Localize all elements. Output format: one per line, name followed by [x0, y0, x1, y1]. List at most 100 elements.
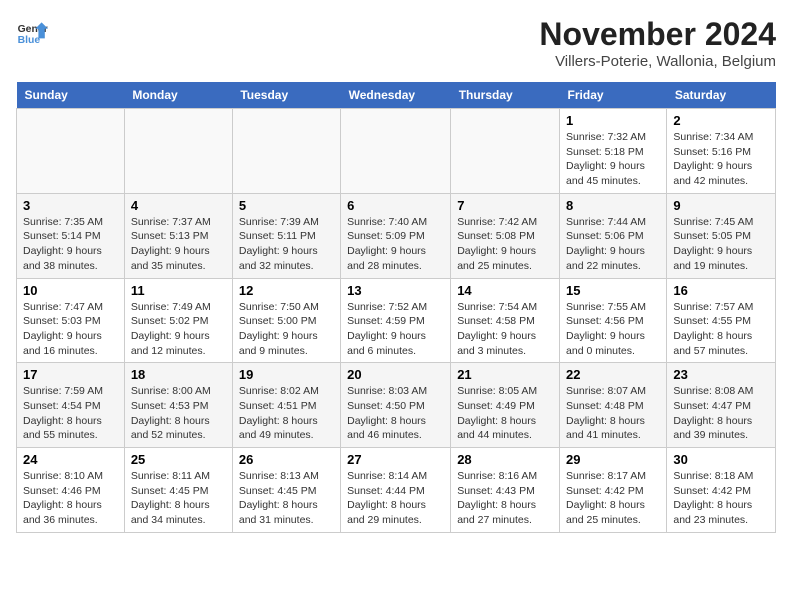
calendar-cell: 17 Sunrise: 7:59 AM Sunset: 4:54 PM Dayli…	[17, 363, 125, 448]
month-title: November 2024	[539, 16, 776, 53]
logo: General Blue	[16, 16, 48, 48]
calendar-cell: 19 Sunrise: 8:02 AM Sunset: 4:51 PM Dayli…	[232, 363, 340, 448]
day-info: Sunrise: 8:13 AM Sunset: 4:45 PM Dayligh…	[239, 469, 334, 528]
svg-text:Blue: Blue	[18, 35, 41, 46]
calendar-cell: 7 Sunrise: 7:42 AM Sunset: 5:08 PM Daylig…	[451, 193, 560, 278]
calendar-cell: 22Sunrise: 8:07 AM Sunset: 4:48 PM Dayli…	[560, 363, 667, 448]
weekday-saturday: Saturday	[667, 82, 776, 109]
calendar-cell: 20 Sunrise: 8:03 AM Sunset: 4:50 PM Dayli…	[341, 363, 451, 448]
day-info: Sunrise: 8:18 AM Sunset: 4:42 PM Dayligh…	[673, 469, 769, 528]
calendar-cell	[232, 109, 340, 194]
day-number: 16	[673, 283, 769, 298]
day-info: Sunrise: 8:08 AM Sunset: 4:47 PM Dayligh…	[673, 384, 769, 443]
day-number: 22	[566, 367, 660, 382]
day-number: 23	[673, 367, 769, 382]
day-number: 14	[457, 283, 553, 298]
calendar-table: Sunday Monday Tuesday Wednesday Thursday…	[16, 82, 776, 533]
calendar-cell: 18 Sunrise: 8:00 AM Sunset: 4:53 PM Dayli…	[124, 363, 232, 448]
calendar-cell: 30 Sunrise: 8:18 AM Sunset: 4:42 PM Dayli…	[667, 448, 776, 533]
calendar-cell: 28 Sunrise: 8:16 AM Sunset: 4:43 PM Dayli…	[451, 448, 560, 533]
calendar-cell: 3Sunrise: 7:35 AM Sunset: 5:14 PM Daylig…	[17, 193, 125, 278]
calendar-cell: 24 Sunrise: 8:10 AM Sunset: 4:46 PM Dayli…	[17, 448, 125, 533]
day-number: 30	[673, 452, 769, 467]
day-info: Sunrise: 8:10 AM Sunset: 4:46 PM Dayligh…	[23, 469, 118, 528]
day-info: Sunrise: 7:50 AM Sunset: 5:00 PM Dayligh…	[239, 300, 334, 359]
calendar-cell: 27 Sunrise: 8:14 AM Sunset: 4:44 PM Dayli…	[341, 448, 451, 533]
weekday-friday: Friday	[560, 82, 667, 109]
day-number: 21	[457, 367, 553, 382]
day-info: Sunrise: 7:39 AM Sunset: 5:11 PM Dayligh…	[239, 215, 334, 274]
weekday-tuesday: Tuesday	[232, 82, 340, 109]
calendar-cell: 5 Sunrise: 7:39 AM Sunset: 5:11 PM Daylig…	[232, 193, 340, 278]
day-number: 6	[347, 198, 444, 213]
day-number: 9	[673, 198, 769, 213]
day-info: Sunrise: 7:45 AM Sunset: 5:05 PM Dayligh…	[673, 215, 769, 274]
day-info: Sunrise: 7:37 AM Sunset: 5:13 PM Dayligh…	[131, 215, 226, 274]
day-number: 15	[566, 283, 660, 298]
day-info: Sunrise: 7:42 AM Sunset: 5:08 PM Dayligh…	[457, 215, 553, 274]
day-info: Sunrise: 7:59 AM Sunset: 4:54 PM Dayligh…	[23, 384, 118, 443]
calendar-cell: 11 Sunrise: 7:49 AM Sunset: 5:02 PM Dayli…	[124, 278, 232, 363]
day-number: 26	[239, 452, 334, 467]
calendar-cell: 15 Sunrise: 7:55 AM Sunset: 4:56 PM Dayli…	[560, 278, 667, 363]
day-number: 28	[457, 452, 553, 467]
day-info: Sunrise: 8:14 AM Sunset: 4:44 PM Dayligh…	[347, 469, 444, 528]
day-number: 1	[566, 113, 660, 128]
calendar-cell: 13 Sunrise: 7:52 AM Sunset: 4:59 PM Dayli…	[341, 278, 451, 363]
day-number: 3	[23, 198, 118, 213]
calendar-cell: 23 Sunrise: 8:08 AM Sunset: 4:47 PM Dayli…	[667, 363, 776, 448]
weekday-thursday: Thursday	[451, 82, 560, 109]
day-number: 29	[566, 452, 660, 467]
calendar-cell: 21Sunrise: 8:05 AM Sunset: 4:49 PM Dayli…	[451, 363, 560, 448]
day-number: 10	[23, 283, 118, 298]
location-subtitle: Villers-Poterie, Wallonia, Belgium	[539, 53, 776, 70]
day-number: 5	[239, 198, 334, 213]
day-number: 4	[131, 198, 226, 213]
calendar-header: Sunday Monday Tuesday Wednesday Thursday…	[17, 82, 776, 109]
calendar-cell: 26 Sunrise: 8:13 AM Sunset: 4:45 PM Dayli…	[232, 448, 340, 533]
header: General Blue November 2024 Villers-Poter…	[16, 16, 776, 70]
day-info: Sunrise: 7:32 AM Sunset: 5:18 PM Dayligh…	[566, 130, 660, 189]
day-info: Sunrise: 7:40 AM Sunset: 5:09 PM Dayligh…	[347, 215, 444, 274]
day-info: Sunrise: 8:11 AM Sunset: 4:45 PM Dayligh…	[131, 469, 226, 528]
day-number: 12	[239, 283, 334, 298]
day-number: 17	[23, 367, 118, 382]
calendar-cell	[341, 109, 451, 194]
day-number: 13	[347, 283, 444, 298]
day-info: Sunrise: 7:49 AM Sunset: 5:02 PM Dayligh…	[131, 300, 226, 359]
logo-icon: General Blue	[16, 16, 48, 48]
day-number: 24	[23, 452, 118, 467]
day-info: Sunrise: 8:02 AM Sunset: 4:51 PM Dayligh…	[239, 384, 334, 443]
day-info: Sunrise: 8:17 AM Sunset: 4:42 PM Dayligh…	[566, 469, 660, 528]
day-number: 19	[239, 367, 334, 382]
day-info: Sunrise: 8:00 AM Sunset: 4:53 PM Dayligh…	[131, 384, 226, 443]
day-info: Sunrise: 8:16 AM Sunset: 4:43 PM Dayligh…	[457, 469, 553, 528]
calendar-cell: 2 Sunrise: 7:34 AM Sunset: 5:16 PM Daylig…	[667, 109, 776, 194]
day-info: Sunrise: 8:03 AM Sunset: 4:50 PM Dayligh…	[347, 384, 444, 443]
calendar-cell: 4 Sunrise: 7:37 AM Sunset: 5:13 PM Daylig…	[124, 193, 232, 278]
day-info: Sunrise: 7:34 AM Sunset: 5:16 PM Dayligh…	[673, 130, 769, 189]
day-number: 7	[457, 198, 553, 213]
calendar-cell: 10 Sunrise: 7:47 AM Sunset: 5:03 PM Dayli…	[17, 278, 125, 363]
day-number: 27	[347, 452, 444, 467]
day-number: 20	[347, 367, 444, 382]
calendar-cell	[451, 109, 560, 194]
calendar-cell: 9 Sunrise: 7:45 AM Sunset: 5:05 PM Daylig…	[667, 193, 776, 278]
day-number: 11	[131, 283, 226, 298]
weekday-monday: Monday	[124, 82, 232, 109]
day-info: Sunrise: 7:47 AM Sunset: 5:03 PM Dayligh…	[23, 300, 118, 359]
calendar-cell: 1 Sunrise: 7:32 AM Sunset: 5:18 PM Daylig…	[560, 109, 667, 194]
calendar-cell: 16 Sunrise: 7:57 AM Sunset: 4:55 PM Dayli…	[667, 278, 776, 363]
day-info: Sunrise: 7:52 AM Sunset: 4:59 PM Dayligh…	[347, 300, 444, 359]
weekday-wednesday: Wednesday	[341, 82, 451, 109]
calendar-cell: 25Sunrise: 8:11 AM Sunset: 4:45 PM Dayli…	[124, 448, 232, 533]
calendar-cell: 6 Sunrise: 7:40 AM Sunset: 5:09 PM Daylig…	[341, 193, 451, 278]
title-area: November 2024 Villers-Poterie, Wallonia,…	[539, 16, 776, 70]
day-info: Sunrise: 7:55 AM Sunset: 4:56 PM Dayligh…	[566, 300, 660, 359]
day-number: 2	[673, 113, 769, 128]
calendar-cell: 29 Sunrise: 8:17 AM Sunset: 4:42 PM Dayli…	[560, 448, 667, 533]
calendar-cell: 14Sunrise: 7:54 AM Sunset: 4:58 PM Dayli…	[451, 278, 560, 363]
day-info: Sunrise: 7:57 AM Sunset: 4:55 PM Dayligh…	[673, 300, 769, 359]
calendar-cell: 12 Sunrise: 7:50 AM Sunset: 5:00 PM Dayli…	[232, 278, 340, 363]
day-number: 18	[131, 367, 226, 382]
